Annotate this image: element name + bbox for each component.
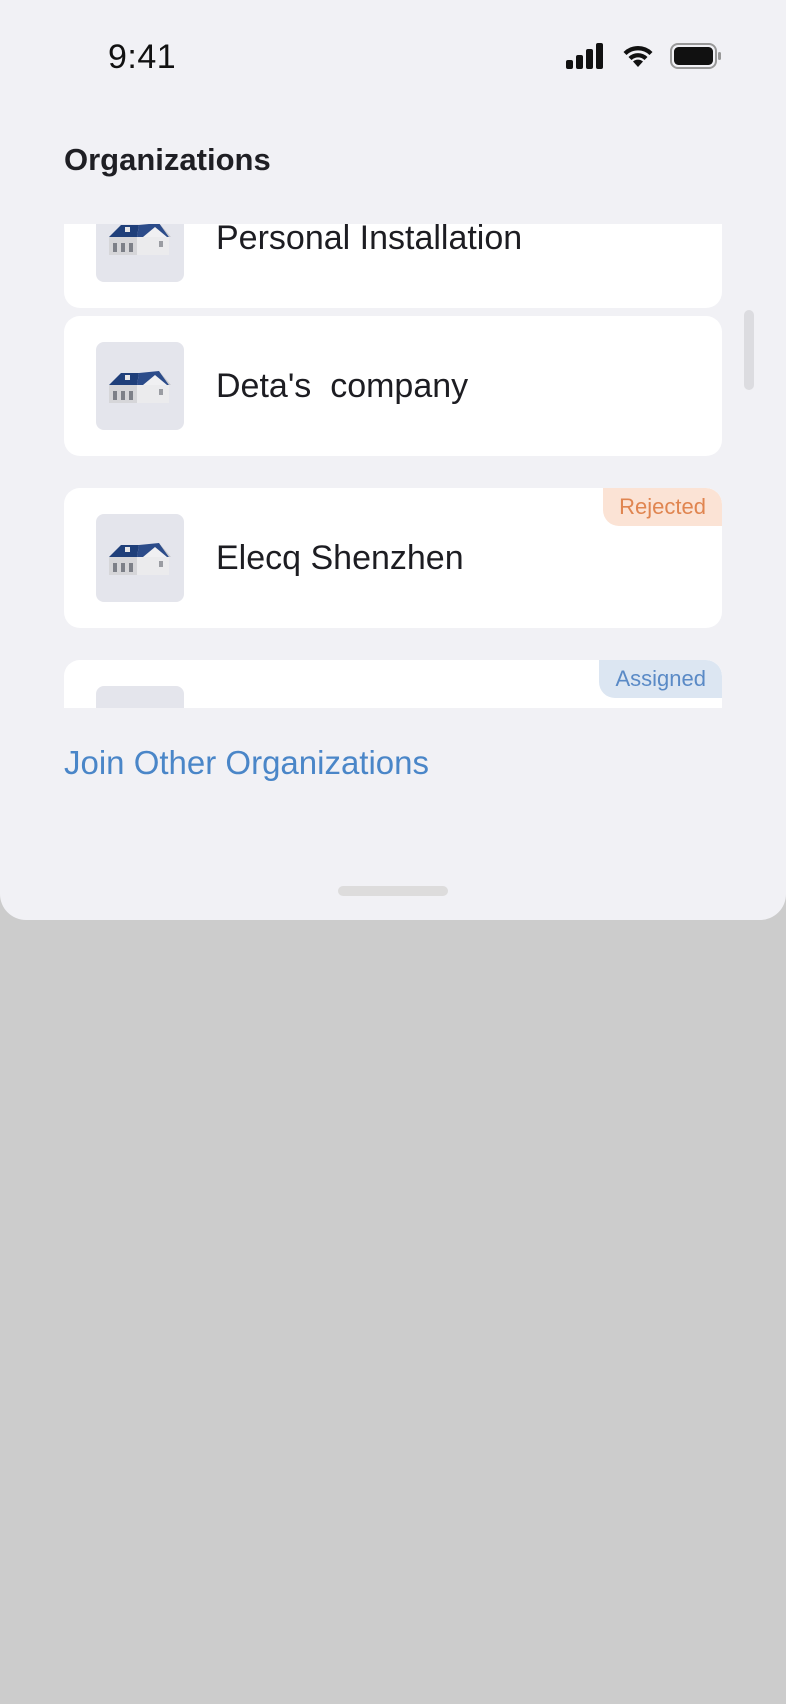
organization-card-personal-installation[interactable]: Personal Installation: [64, 224, 722, 308]
status-badge-rejected: Rejected: [603, 488, 722, 526]
organization-thumbnail: [96, 224, 184, 282]
status-icons: [566, 42, 722, 74]
house-icon: [103, 707, 177, 708]
organization-thumbnail: [96, 686, 184, 708]
organization-thumbnail: [96, 342, 184, 430]
battery-icon: [670, 42, 722, 74]
organization-name: Deta's company: [216, 367, 469, 405]
wifi-icon: [620, 43, 656, 74]
organization-card-elecq-shenzhen[interactable]: Elecq Shenzhen Rejected: [64, 488, 722, 628]
house-icon: [109, 371, 171, 403]
status-badge-assigned: Assigned: [599, 660, 722, 698]
organizations-sheet: 9:41 Organizations Personal Installation…: [0, 0, 786, 920]
cellular-signal-icon: [566, 42, 606, 74]
organization-card-assigned[interactable]: Assigned: [64, 660, 722, 708]
organization-card-detas-company[interactable]: Deta's company: [64, 316, 722, 456]
organization-thumbnail: [96, 514, 184, 602]
organization-name: Personal Installation: [216, 224, 523, 257]
status-time: 9:41: [108, 38, 177, 76]
status-bar: 9:41: [0, 0, 786, 116]
sheet-grabber[interactable]: [338, 886, 448, 896]
organization-list[interactable]: Personal Installation Deta's company Ele…: [64, 224, 722, 708]
house-icon: [109, 224, 171, 255]
scrollbar-thumb[interactable]: [744, 310, 754, 390]
join-other-organizations-link[interactable]: Join Other Organizations: [64, 744, 429, 782]
dimmed-backdrop[interactable]: [0, 920, 786, 1704]
house-icon: [109, 543, 171, 575]
organization-name: Elecq Shenzhen: [216, 539, 464, 577]
sheet-title: Organizations: [64, 142, 271, 177]
